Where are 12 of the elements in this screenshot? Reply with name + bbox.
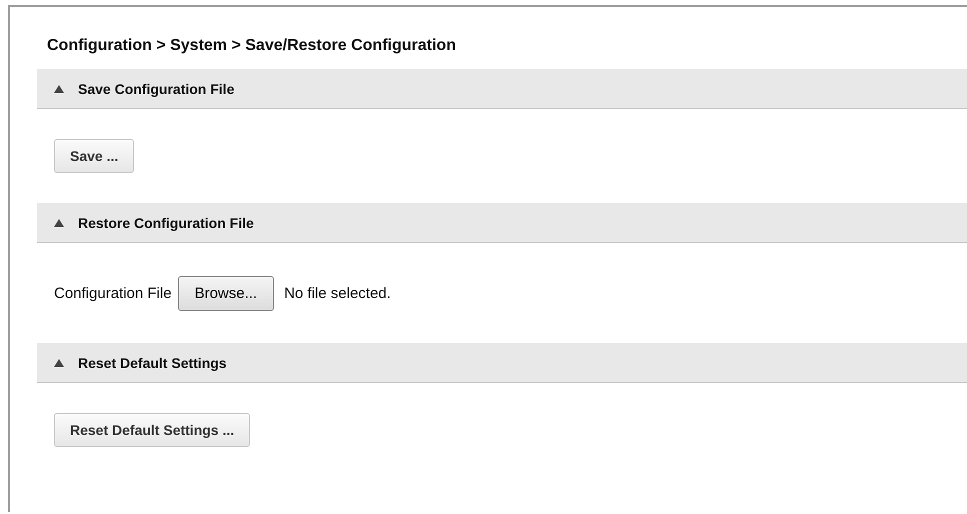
browse-button[interactable]: Browse... xyxy=(178,276,274,310)
action-button[interactable]: Save ... xyxy=(54,139,134,173)
field-label: Configuration File xyxy=(54,284,172,302)
section-title: Restore Configuration File xyxy=(78,214,254,230)
action-button[interactable]: Reset Default Settings ... xyxy=(54,413,250,447)
page-title: Configuration > System > Save/Restore Configuration xyxy=(46,36,457,56)
section-title: Reset Default Settings xyxy=(78,354,227,370)
section-header[interactable]: Save Configuration File xyxy=(37,69,967,109)
section-title: Save Configuration File xyxy=(78,80,234,96)
section-header[interactable]: Restore Configuration File xyxy=(37,203,967,243)
file-status: No file selected. xyxy=(284,284,391,302)
section-header[interactable]: Reset Default Settings xyxy=(37,343,967,383)
